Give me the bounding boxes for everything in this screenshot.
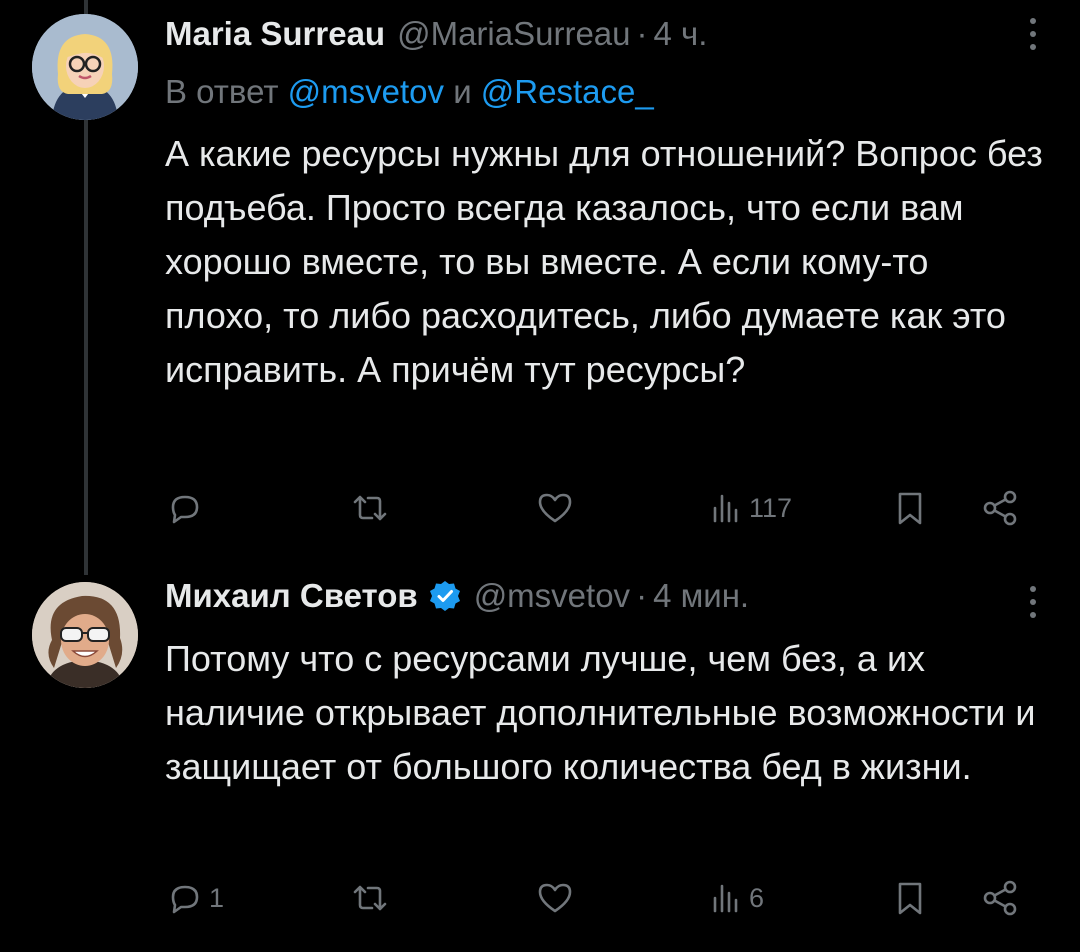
views-count: 6 — [749, 882, 765, 913]
share-icon — [983, 490, 1017, 526]
author-name[interactable]: Михаил Светов — [165, 577, 418, 615]
reply-icon — [171, 885, 199, 914]
share-button[interactable] — [980, 483, 1020, 533]
views-icon — [713, 494, 738, 523]
like-icon — [538, 493, 572, 523]
tweet-mikhail-svetov[interactable]: Михаил Светов @msvetov · 4 мин. Потому ч… — [0, 560, 1080, 952]
mention-link[interactable]: @msvetov — [288, 73, 444, 110]
avatar[interactable] — [32, 582, 138, 688]
more-icon[interactable] — [1026, 18, 1040, 54]
bookmark-button[interactable] — [890, 873, 930, 923]
mention-link[interactable]: @Restace_ — [481, 73, 654, 110]
reply-to-prefix: В ответ — [165, 73, 279, 110]
reply-to-line: В ответ @msvetov и @Restace_ — [165, 73, 654, 111]
reply-button[interactable]: 1 — [165, 873, 224, 923]
separator-dot: · — [636, 15, 648, 52]
tweet-actions: 117 — [0, 483, 1080, 533]
like-button[interactable] — [535, 873, 579, 923]
bookmark-icon — [898, 882, 922, 915]
tweet-header: Михаил Светов @msvetov · 4 мин. — [165, 577, 749, 615]
tweet-text: А какие ресурсы нужны для отношений? Воп… — [165, 133, 1043, 390]
verified-badge-icon — [429, 581, 460, 611]
like-icon — [538, 883, 572, 913]
tweet-maria-surreau[interactable]: Maria Surreau @MariaSurreau · 4 ч. В отв… — [0, 0, 1080, 560]
timestamp[interactable]: 4 ч. — [654, 15, 708, 53]
retweet-icon — [353, 495, 387, 521]
reply-icon — [171, 495, 199, 524]
tweet-actions: 1 6 — [0, 873, 1080, 923]
views-button[interactable]: 117 — [705, 483, 792, 533]
views-button[interactable]: 6 — [705, 873, 764, 923]
retweet-icon — [353, 885, 387, 911]
timestamp[interactable]: 4 мин. — [653, 577, 749, 615]
tweet-text: Потому что с ресурсами лучше, чем без, а… — [165, 638, 1036, 787]
avatar-man-photo-icon — [32, 582, 138, 688]
share-button[interactable] — [980, 873, 1020, 923]
reply-to-joiner: и — [453, 73, 472, 110]
views-icon — [713, 884, 738, 913]
separator-dot: · — [636, 577, 648, 614]
avatar[interactable] — [32, 14, 138, 120]
bookmark-icon — [898, 492, 922, 525]
like-button[interactable] — [535, 483, 579, 533]
reply-button[interactable] — [165, 483, 209, 533]
reply-count: 1 — [209, 882, 225, 913]
bookmark-button[interactable] — [890, 483, 930, 533]
author-handle[interactable]: @msvetov — [474, 577, 630, 615]
share-icon — [983, 880, 1017, 916]
retweet-button[interactable] — [350, 873, 394, 923]
retweet-button[interactable] — [350, 483, 394, 533]
avatar-cartoon-woman-icon — [32, 14, 138, 120]
views-count: 117 — [749, 492, 793, 523]
author-name[interactable]: Maria Surreau — [165, 15, 385, 53]
author-handle[interactable]: @MariaSurreau — [397, 15, 630, 53]
more-icon[interactable] — [1026, 586, 1040, 622]
tweet-header: Maria Surreau @MariaSurreau · 4 ч. — [165, 15, 707, 53]
